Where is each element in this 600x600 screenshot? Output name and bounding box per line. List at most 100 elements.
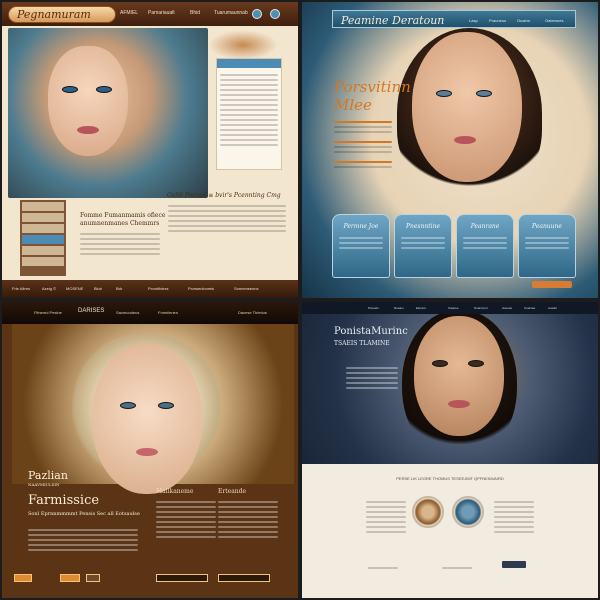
lips bbox=[448, 400, 470, 408]
nav-item-2[interactable]: Pamariaualt bbox=[148, 10, 175, 16]
hero-subtitle-small: NAAVMIULSIN bbox=[28, 482, 60, 487]
menu-item[interactable] bbox=[22, 257, 64, 266]
face-photo bbox=[414, 316, 504, 436]
nav-item[interactable]: Pouseln bbox=[368, 306, 379, 310]
menu-item[interactable] bbox=[22, 224, 64, 233]
footer-link[interactable]: Pcmsenlonmis bbox=[188, 286, 214, 291]
column-left: Mallkaneme bbox=[156, 488, 216, 541]
hero-subtitle: Sonl Eprnnmmmmt Pensis Sec all Eotsaulse bbox=[28, 511, 140, 517]
hero-title-big: Farmissice bbox=[28, 493, 100, 508]
hero-title: PonistaMurinc TSAEIS TLAMINE bbox=[334, 326, 408, 350]
feature-card[interactable]: Pnesnntine bbox=[394, 214, 452, 278]
article-title-line: anumnenmanes Chemmrs bbox=[80, 220, 160, 227]
column-heading: Mallkaneme bbox=[156, 488, 194, 495]
footer-link[interactable]: Pcnnitivtrss bbox=[148, 286, 168, 291]
panel-bottom-right: Pouseln Rueam Eloinun Clearee Nnamcunl A… bbox=[302, 302, 598, 598]
footer-link[interactable]: Bluir bbox=[94, 286, 102, 291]
eye-left bbox=[62, 86, 78, 93]
nav-item-logo[interactable]: DARISES bbox=[78, 308, 104, 314]
top-nav: Peamine Deratoun Lasp Prauneus Ouaem Oat… bbox=[332, 10, 576, 28]
menu-item-active[interactable] bbox=[22, 235, 64, 244]
feature-card[interactable]: Permne Joe bbox=[332, 214, 390, 278]
face-illustration bbox=[48, 46, 128, 156]
menu-item[interactable] bbox=[22, 202, 64, 211]
nav-item[interactable]: Coarsas bbox=[524, 306, 535, 310]
hero-illustration bbox=[8, 28, 208, 198]
feature-card[interactable]: Peanrane bbox=[456, 214, 514, 278]
footer-link[interactable]: Bdr bbox=[116, 286, 122, 291]
face-photo bbox=[412, 32, 522, 182]
hero-text bbox=[346, 364, 398, 392]
nav-item-3[interactable]: Bhid bbox=[190, 10, 200, 16]
panel-top-left: Pegnamuram AFMIEL Pamariaualt Bhid Tuaru… bbox=[2, 2, 298, 298]
text-block bbox=[494, 498, 534, 536]
lips bbox=[77, 126, 99, 134]
hero-photo bbox=[12, 324, 294, 494]
feature-card[interactable]: Peanuune bbox=[518, 214, 576, 278]
top-nav: Fltnemd Peslne DARISES Sacmoodeus Frnmil… bbox=[2, 302, 298, 324]
hero-title: Pazlian NAAVMIULSIN Farmissice Sonl Eprn… bbox=[28, 469, 140, 518]
menu-item[interactable] bbox=[22, 246, 64, 255]
eye-right bbox=[158, 402, 174, 409]
footer-link[interactable]: Azeig © bbox=[42, 286, 56, 291]
footer-link[interactable]: MOSENE bbox=[66, 286, 83, 291]
button-3[interactable] bbox=[86, 574, 100, 582]
collage-grid: Pegnamuram AFMIEL Pamariaualt Bhid Tuaru… bbox=[0, 0, 600, 600]
footer-link[interactable]: Sonnenseons bbox=[234, 286, 258, 291]
nav-item[interactable]: Dacese Thimtus bbox=[238, 310, 267, 315]
menu-item[interactable] bbox=[22, 213, 64, 222]
cta-button[interactable] bbox=[532, 281, 572, 288]
card-title: Pnesnntine bbox=[405, 223, 440, 230]
section-heading: PERSE LIK LEORE THOMUS TESEEJIMT QPFNEIN… bbox=[396, 476, 504, 481]
footer-link[interactable]: Frle Afinrs bbox=[12, 286, 30, 291]
link-placeholder[interactable] bbox=[368, 567, 398, 569]
text-block bbox=[366, 498, 406, 536]
body-text bbox=[168, 202, 286, 235]
eye-right bbox=[476, 90, 492, 97]
site-logo[interactable]: Pegnamuram bbox=[8, 6, 116, 23]
nav-item-4[interactable]: Tuarumaunnab bbox=[214, 10, 248, 16]
nav-item[interactable]: Ausiloi bbox=[548, 306, 557, 310]
button-2[interactable] bbox=[60, 574, 80, 582]
nav-item[interactable]: Fltnemd Peslne bbox=[34, 310, 62, 315]
button-1[interactable] bbox=[14, 574, 32, 582]
feature-cards: Permne Joe Pnesnntine Peanrane Peanuune bbox=[332, 214, 576, 278]
article-title: Fomme Fumanmamis ofiece anumnenmanes Che… bbox=[80, 212, 165, 228]
eye-right bbox=[96, 86, 112, 93]
body-text bbox=[80, 230, 160, 258]
nav-item[interactable]: Sacmoodeus bbox=[116, 310, 139, 315]
intro-text bbox=[334, 118, 392, 171]
nav-item[interactable]: Lasp bbox=[469, 18, 478, 23]
hero-title-small: Pazlian bbox=[28, 469, 68, 482]
hero-title: Porsvitinn Mlee bbox=[334, 78, 411, 114]
nav-item[interactable]: Ouaem bbox=[517, 18, 530, 23]
sidebar-widget bbox=[216, 58, 282, 170]
nav-item[interactable]: Nnamcunl bbox=[474, 306, 488, 310]
nav-item[interactable]: Clearee bbox=[448, 306, 459, 310]
body-text bbox=[28, 526, 138, 554]
eye-left bbox=[432, 360, 448, 367]
content-heading: OsS6 Poezad ≡ bvir's Pcennting Cmg bbox=[167, 192, 281, 199]
nav-item[interactable]: Frnmilenen bbox=[158, 310, 178, 315]
lips bbox=[454, 136, 476, 144]
nav-item[interactable]: Prauneus bbox=[489, 18, 506, 23]
nav-item[interactable]: Rueam bbox=[394, 306, 404, 310]
column-button[interactable] bbox=[218, 574, 270, 582]
link-placeholder[interactable] bbox=[442, 567, 472, 569]
cta-button[interactable] bbox=[502, 561, 526, 568]
site-logo[interactable]: Peamine Deratoun bbox=[341, 14, 444, 27]
user-icon[interactable] bbox=[270, 9, 280, 19]
nav-item[interactable]: Oatemues bbox=[545, 18, 563, 23]
sidebar-header bbox=[217, 59, 281, 68]
hero-section: Pouseln Rueam Eloinun Clearee Nnamcunl A… bbox=[302, 302, 598, 464]
panel-bottom-left: Fltnemd Peslne DARISES Sacmoodeus Frnmil… bbox=[2, 302, 298, 598]
card-title: Peanuune bbox=[532, 223, 562, 230]
nav-item-1[interactable]: AFMIEL bbox=[120, 10, 138, 16]
column-button[interactable] bbox=[156, 574, 208, 582]
nav-item[interactable]: Eloinun bbox=[416, 306, 426, 310]
column-heading: Erteande bbox=[218, 488, 247, 495]
hero-title-line: Porsvitinn bbox=[334, 78, 411, 96]
ornament-icon bbox=[208, 30, 278, 60]
nav-item[interactable]: Aceeas bbox=[502, 306, 512, 310]
search-icon[interactable] bbox=[252, 9, 262, 19]
